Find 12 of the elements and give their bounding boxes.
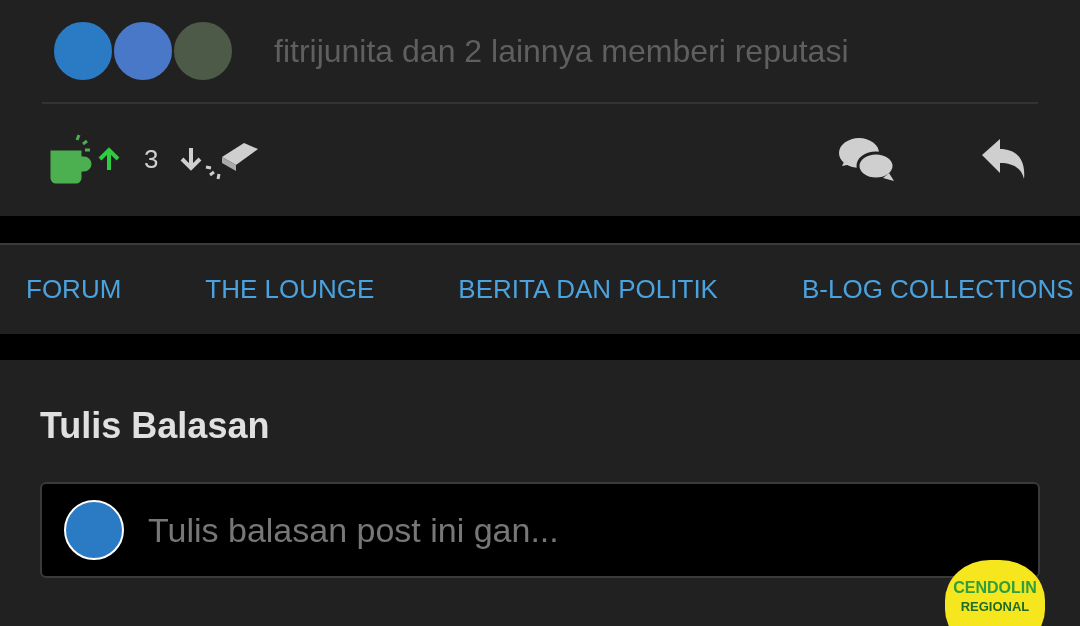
section-title: Tulis Balasan <box>40 408 271 444</box>
avatar-photo-placeholder <box>64 500 124 560</box>
arrow-up-icon[interactable] <box>96 146 122 172</box>
nav-link[interactable]: FORUM <box>26 270 122 309</box>
nav-link[interactable]: BERITA DAN POLITIK <box>458 270 718 309</box>
reply-input-field[interactable]: Tulis balasan post ini gan... <box>148 504 1016 556</box>
vote-count: 3 <box>144 142 159 176</box>
cup-icon[interactable] <box>50 134 94 184</box>
reply-box[interactable]: Tulis balasan post ini gan... <box>40 482 1040 578</box>
nav-link[interactable]: THE LOUNGE <box>205 270 375 309</box>
nav-link[interactable]: B-LOG COLLECTIONS <box>801 270 1074 309</box>
reputation-text: fitrijunita dan 2 lainnya memberi reputasi <box>274 32 849 71</box>
